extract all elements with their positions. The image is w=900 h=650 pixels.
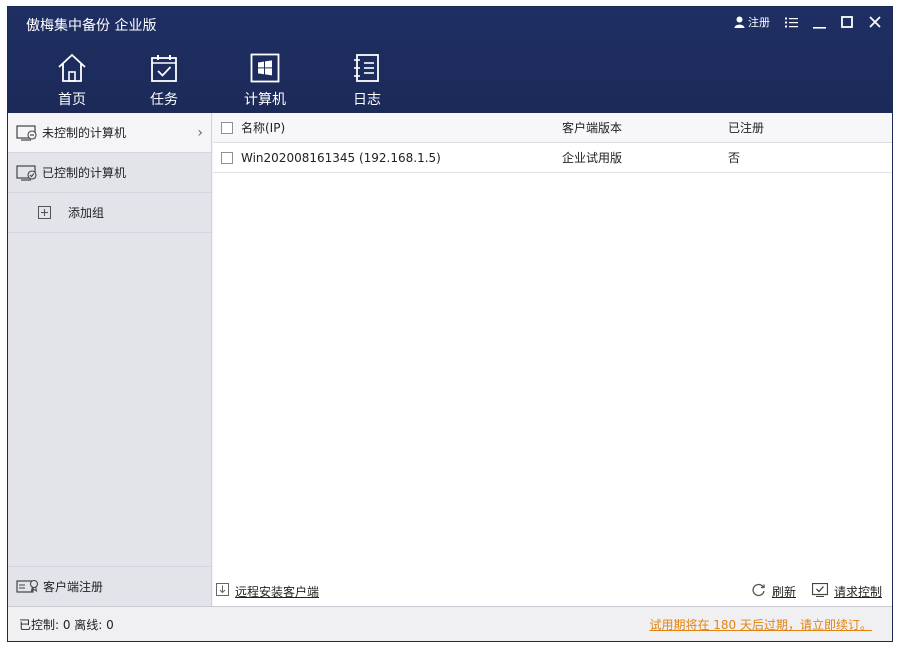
refresh-button[interactable]: 刷新 xyxy=(751,582,796,600)
select-all-cell xyxy=(213,121,235,134)
cell-version: 企业试用版 xyxy=(562,151,623,165)
nav-task-label: 任务 xyxy=(150,92,178,108)
nav-log[interactable]: 日志 xyxy=(320,51,414,111)
sidebar-item-controlled[interactable]: 已控制的计算机 xyxy=(8,153,211,193)
register-button[interactable]: 注册 xyxy=(734,14,770,30)
column-header-version[interactable]: 客户端版本 xyxy=(562,119,728,136)
nav-home-label: 首页 xyxy=(58,92,86,108)
home-icon xyxy=(55,51,89,85)
window-controls: 注册 xyxy=(734,13,884,31)
client-register-icon xyxy=(16,579,40,595)
client-register-label: 客户端注册 xyxy=(43,580,104,594)
column-header-name[interactable]: 名称(IP) xyxy=(235,119,562,136)
request-control-label: 请求控制 xyxy=(833,584,882,599)
table-row[interactable]: Win202008161345 (192.168.1.5) 企业试用版 否 xyxy=(213,143,892,173)
row-check-cell xyxy=(213,151,235,164)
column-header-registered[interactable]: 已注册 xyxy=(728,119,868,136)
main-nav: 首页 任务 计算机 日志 xyxy=(26,51,414,111)
status-counts: 已控制: 0 离线: 0 xyxy=(19,617,114,632)
close-icon[interactable] xyxy=(866,13,884,31)
uncontrolled-computer-icon xyxy=(16,124,38,142)
maximize-icon[interactable] xyxy=(838,13,856,31)
nav-home[interactable]: 首页 xyxy=(26,51,118,111)
remote-install-button[interactable]: 远程安装客户端 xyxy=(216,583,319,600)
select-all-checkbox[interactable] xyxy=(221,121,233,134)
user-icon xyxy=(734,16,745,28)
refresh-icon xyxy=(751,582,766,600)
request-control-button[interactable]: 请求控制 xyxy=(811,582,882,600)
task-calendar-icon xyxy=(147,51,181,85)
request-control-icon xyxy=(811,582,829,600)
sidebar-item-label: 添加组 xyxy=(68,206,105,220)
sidebar: 未控制的计算机 › 已控制的计算机 添加组 客户端注册 xyxy=(8,113,212,606)
register-label: 注册 xyxy=(748,16,770,29)
remote-install-label: 远程安装客户端 xyxy=(235,584,320,599)
log-notebook-icon xyxy=(350,51,384,85)
title-bar: 傲梅集中备份 企业版 注册 首页 任务 计算机 日志 xyxy=(8,7,892,113)
menu-icon[interactable] xyxy=(782,13,800,31)
refresh-label: 刷新 xyxy=(771,584,796,599)
sidebar-item-add-group[interactable]: 添加组 xyxy=(8,193,211,233)
sidebar-item-uncontrolled[interactable]: 未控制的计算机 › xyxy=(8,113,211,153)
nav-computer[interactable]: 计算机 xyxy=(210,51,320,111)
controlled-computer-icon xyxy=(16,164,38,182)
sidebar-item-label: 未控制的计算机 xyxy=(42,126,127,140)
plus-box-icon xyxy=(38,204,56,222)
install-arrow-icon xyxy=(216,583,229,599)
client-register-button[interactable]: 客户端注册 xyxy=(8,566,211,606)
status-bar: 已控制: 0 离线: 0 试用期将在 180 天后过期，请立即续订。 xyxy=(8,606,892,641)
sidebar-item-label: 已控制的计算机 xyxy=(42,166,127,180)
windows-icon xyxy=(248,51,282,85)
cell-name: Win202008161345 (192.168.1.5) xyxy=(241,150,441,165)
row-checkbox[interactable] xyxy=(221,151,233,164)
chevron-right-icon: › xyxy=(197,125,203,141)
table-header: 名称(IP) 客户端版本 已注册 xyxy=(213,113,892,143)
nav-computer-label: 计算机 xyxy=(244,92,286,108)
trial-renew-link[interactable]: 试用期将在 180 天后过期，请立即续订。 xyxy=(649,616,872,633)
panel-footer: 远程安装客户端 刷新 请求控制 xyxy=(213,576,892,606)
nav-log-label: 日志 xyxy=(353,92,381,108)
minimize-icon[interactable] xyxy=(810,13,828,31)
nav-task[interactable]: 任务 xyxy=(118,51,210,111)
cell-registered: 否 xyxy=(728,151,741,165)
computer-list-panel: 名称(IP) 客户端版本 已注册 Win202008161345 (192.16… xyxy=(213,113,892,606)
app-window: 傲梅集中备份 企业版 注册 首页 任务 计算机 日志 未控制的计算机 › 已控制… xyxy=(7,6,893,642)
app-title: 傲梅集中备份 企业版 xyxy=(26,18,157,34)
